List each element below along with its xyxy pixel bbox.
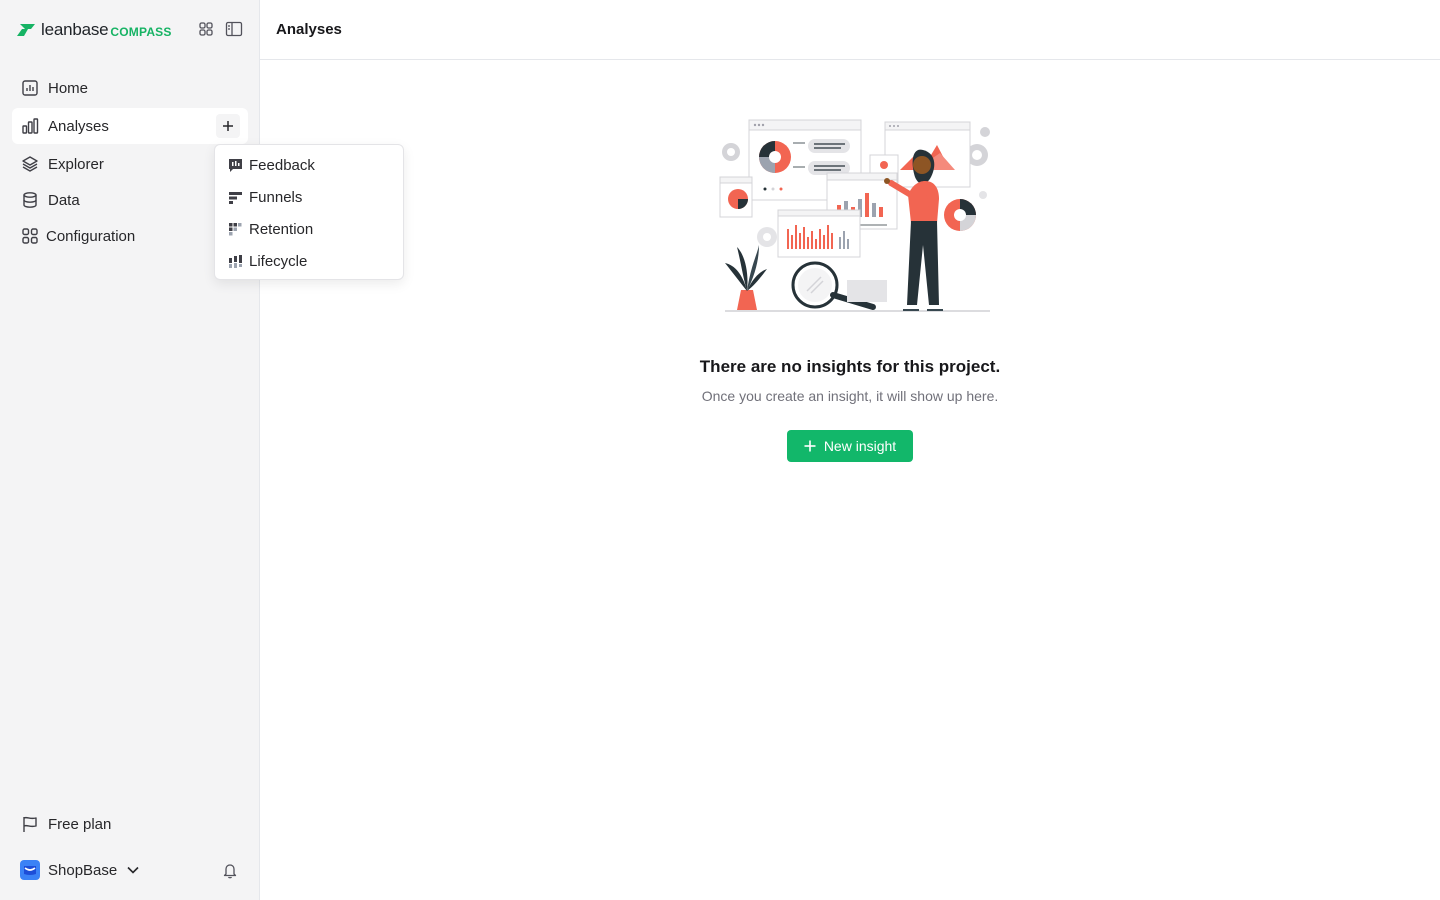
sidebar: leanbase COMPASS Home Analyses Explorer … [0,0,260,900]
layers-icon [20,154,40,174]
flag-icon [20,814,40,834]
bar-chart-icon [20,116,40,136]
lifecycle-icon [227,253,243,269]
menu-item-label: Feedback [249,156,315,174]
sidebar-item-explorer[interactable]: Explorer [12,146,248,182]
page-title: Analyses [276,21,342,38]
plus-icon [804,440,816,452]
menu-item-retention[interactable]: Retention [215,213,403,245]
chevron-down-icon [127,866,139,874]
grid-icon [20,226,40,246]
plus-icon [223,121,233,131]
database-icon [20,190,40,210]
sidebar-item-analyses[interactable]: Analyses [12,108,248,144]
new-analysis-menu: Feedback Funnels Retention Lifecycle [214,144,404,280]
menu-item-lifecycle[interactable]: Lifecycle [215,245,403,277]
menu-item-label: Lifecycle [249,252,308,270]
analytics-illustration [719,119,990,312]
sidebar-item-data[interactable]: Data [12,182,248,218]
sidebar-item-configuration[interactable]: Configuration [12,218,248,254]
apps-grid-icon[interactable] [197,20,215,38]
shopbase-logo-icon [20,860,40,880]
new-insight-label: New insight [823,438,897,454]
brand-product: COMPASS [110,24,172,39]
add-analysis-button[interactable] [216,114,240,138]
funnels-icon [227,189,243,205]
empty-state-subtitle: Once you create an insight, it will show… [701,388,999,404]
bell-icon[interactable] [221,861,239,879]
menu-item-feedback[interactable]: Feedback [215,149,403,181]
brand-name: leanbase [41,20,109,39]
sidebar-toggle-icon[interactable] [225,20,243,38]
sidebar-item-label: Data [48,191,80,209]
page-header: Analyses [260,0,1440,60]
menu-item-label: Funnels [249,188,303,206]
sidebar-item-label: Explorer [48,155,104,173]
sidebar-item-home[interactable]: Home [12,70,248,106]
chart-square-icon [20,78,40,98]
brand-logo[interactable]: leanbase COMPASS [16,18,172,42]
leanbase-logo-icon [17,24,35,36]
menu-item-label: Retention [249,220,314,238]
project-switcher[interactable]: ShopBase [20,860,139,880]
free-plan-label: Free plan [48,815,112,833]
sidebar-nav: Home Analyses Explorer Data Configuratio… [12,70,248,254]
sidebar-item-label: Analyses [48,117,109,135]
feedback-icon [227,157,243,173]
free-plan-link[interactable]: Free plan [20,814,111,834]
project-name: ShopBase [48,861,118,879]
sidebar-item-label: Configuration [46,227,136,245]
sidebar-item-label: Home [48,79,89,97]
menu-item-funnels[interactable]: Funnels [215,181,403,213]
retention-icon [227,221,243,237]
new-insight-button[interactable]: New insight [787,430,913,462]
empty-state-title: There are no insights for this project. [699,357,1001,376]
